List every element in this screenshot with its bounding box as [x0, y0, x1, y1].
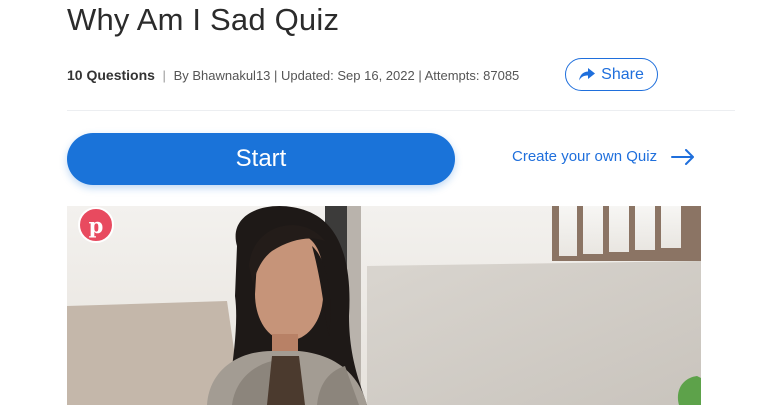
hero-photo — [67, 206, 701, 405]
share-label: Share — [601, 65, 644, 83]
arrow-right-icon — [671, 148, 695, 165]
divider — [67, 110, 735, 111]
create-quiz-link[interactable]: Create your own Quiz — [512, 148, 695, 165]
share-icon — [579, 68, 596, 81]
start-button[interactable]: Start — [67, 133, 455, 185]
quiz-author-info: By Bhawnakul13 | Updated: Sep 16, 2022 |… — [173, 68, 520, 83]
page-title: Why Am I Sad Quiz — [67, 2, 340, 37]
quiz-hero-image — [67, 206, 701, 405]
share-button[interactable]: Share — [565, 58, 658, 91]
question-count: 10 Questions — [67, 67, 155, 83]
meta-separator: | — [162, 68, 166, 83]
pinterest-icon[interactable]: p — [78, 207, 114, 243]
quiz-page: Why Am I Sad Quiz 10 Questions | By Bhaw… — [0, 0, 768, 405]
quiz-meta: 10 Questions | By Bhawnakul13 | Updated:… — [67, 67, 519, 83]
create-quiz-label: Create your own Quiz — [512, 148, 658, 165]
